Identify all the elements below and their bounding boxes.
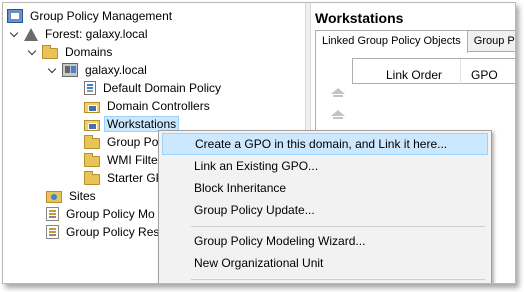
tree-item-group-policy-objects[interactable]: Group Po [69,133,389,151]
forest-icon [24,27,38,41]
tree-label: Domains [65,45,113,59]
tab-group-policy-inheritance[interactable]: Group Po [466,30,515,52]
tree-item-group-policy-modeling[interactable]: Group Policy Mo [31,205,157,223]
tree-item-wmi-filters[interactable]: WMI Filte [69,151,389,169]
chevron-down-icon[interactable] [27,46,39,58]
column-header-gpo[interactable]: GPO [471,68,498,82]
menu-item-modeling-wizard[interactable]: Group Policy Modeling Wizard... [162,230,488,252]
tree-label: Group Policy Mo [66,207,155,221]
domain-icon [62,63,78,77]
tree-item-group-policy-results[interactable]: Group Policy Res [31,223,161,241]
tree-label: Domain Controllers [107,99,210,113]
folder-icon [84,152,100,167]
menu-item-group-policy-update[interactable]: Group Policy Update... [162,199,488,221]
tree-label: Sites [69,189,96,203]
chevron-down-icon[interactable] [47,64,59,76]
gpo-link-icon [84,81,96,95]
tree-item-forest[interactable]: Forest: galaxy.local [9,25,150,43]
tree-label: Group Policy Management [30,9,173,23]
tree-label: galaxy.local [85,63,147,77]
tree-label: Default Domain Policy [103,81,222,95]
tree-item-starter-gpos[interactable]: Starter GP [69,169,389,187]
organizational-unit-icon [84,101,100,113]
menu-separator [191,226,485,227]
tree-item-domains[interactable]: Domains [27,43,114,61]
linked-gpo-table: Link Order GPO [352,58,515,85]
gpmc-window: Group Policy Management Forest: galaxy.l… [2,2,516,284]
group-policy-management-icon [7,9,23,23]
column-header-link-order[interactable]: Link Order [386,68,442,82]
tree-item-sites[interactable]: Sites [31,187,351,205]
tree-item-domain-controllers[interactable]: Domain Controllers [69,97,389,115]
folder-icon [84,134,100,149]
tree-label: Group Po [107,135,159,149]
tree-item-default-domain-policy[interactable]: Default Domain Policy [69,79,223,97]
folder-icon [42,44,58,59]
chevron-down-icon[interactable] [9,28,21,40]
move-up-icon[interactable] [330,108,346,124]
menu-item-new-ou[interactable]: New Organizational Unit [162,252,488,274]
tree-label: Forest: galaxy.local [45,27,148,41]
results-icon [46,225,59,239]
organizational-unit-icon [84,119,100,131]
folder-icon [84,170,100,185]
tree-item-domain[interactable]: galaxy.local [47,61,149,79]
column-divider[interactable] [460,59,461,85]
tree-label: Starter GP [107,171,164,185]
menu-item-link-existing-gpo[interactable]: Link an Existing GPO... [162,155,488,177]
tree-label: Group Policy Res [66,225,160,239]
menu-item-create-gpo-and-link[interactable]: Create a GPO in this domain, and Link it… [162,133,488,155]
menu-item-block-inheritance[interactable]: Block Inheritance [162,177,488,199]
tree-label: WMI Filte [107,153,158,167]
move-to-top-icon[interactable] [330,86,346,102]
page-title: Workstations [315,10,404,26]
tab-linked-gpos[interactable]: Linked Group Policy Objects [315,30,468,53]
context-menu: Create a GPO in this domain, and Link it… [158,130,492,283]
menu-separator [191,279,485,280]
modeling-icon [46,207,59,221]
tab-strip: Linked Group Policy Objects Group Po [315,30,515,53]
tree-label: Workstations [103,116,180,132]
tree-item-gpm-root[interactable]: Group Policy Management [7,7,174,25]
sites-icon [46,190,62,203]
